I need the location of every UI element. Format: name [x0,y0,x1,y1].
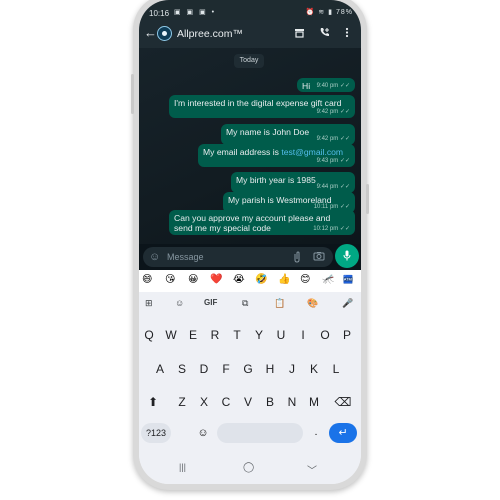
emoji-icon[interactable]: ☺ [149,251,160,263]
message-time: 9:43 pm ✓✓ [316,158,350,164]
key-b[interactable]: B [260,391,280,413]
enter-key[interactable]: ↵ [329,423,357,443]
emoji-suggestion[interactable]: 🤣 [255,274,267,286]
key-r[interactable]: R [205,324,225,346]
back-nav-icon[interactable]: ﹀ [307,462,317,477]
message-bubble[interactable]: Hi 9:40 pm ✓✓ [297,78,355,92]
avatar[interactable] [157,26,172,41]
key-a[interactable]: A [150,358,170,380]
key-o[interactable]: O [315,324,335,346]
notification-icons: ▣ ▣ ▣ • [174,9,217,16]
emoji-suggestion[interactable]: ❤️ [210,274,222,286]
status-time: 10:16 [149,9,170,18]
emoji-suggestion[interactable]: 😄 [142,274,152,286]
date-chip: Today [234,54,264,68]
screenshot-icon[interactable]: ⧉ [242,297,248,309]
attach-icon[interactable] [293,251,301,266]
key-p[interactable]: P [337,324,357,346]
email-link[interactable]: test@gmail.com [281,147,343,157]
space-key[interactable] [217,423,303,443]
shop-icon[interactable] [294,27,305,41]
key-d[interactable]: D [194,358,214,380]
emoji-keyboard-icon[interactable]: ☺ [195,423,211,443]
key-e[interactable]: E [183,324,203,346]
screen: 10:16 ▣ ▣ ▣ • ⏰ ≋ ▮ 78% ← Allpree.com™ T… [139,0,361,484]
key-g[interactable]: G [238,358,258,380]
message-bubble[interactable]: My birth year is 1985 9:44 pm ✓✓ [231,172,355,193]
key-m[interactable]: M [304,391,324,413]
backspace-key[interactable]: ⌫ [333,391,353,413]
apps-grid-icon[interactable]: ⊞ [145,297,153,309]
key-row-3: ⬆ Z X C V B N M ⌫ [139,391,361,413]
key-row-4: ?123 ☺ . ↵ [139,423,361,445]
key-row-1: Q W E R T Y U I O P [139,324,361,346]
message-placeholder: Message [167,252,204,262]
phone-screen-bezel: 10:16 ▣ ▣ ▣ • ⏰ ≋ ▮ 78% ← Allpree.com™ T… [139,0,361,484]
message-bubble[interactable]: My email address is test@gmail.com 9:43 … [198,144,355,167]
sticker-icon[interactable]: ☺ [175,297,184,309]
phone-frame: 10:16 ▣ ▣ ▣ • ⏰ ≋ ▮ 78% ← Allpree.com™ T… [131,0,369,490]
clipboard-icon[interactable]: 📋 [274,297,285,309]
key-c[interactable]: C [216,391,236,413]
gif-button[interactable]: GIF [204,297,217,309]
message-text: My email address is test@gmail.com [203,147,350,157]
message-time: 9:42 pm ✓✓ [316,109,350,115]
keyboard-toolbar: ⊞ ☺ GIF ⧉ 📋 🎨 🎤 [139,294,361,314]
power-button [366,184,369,214]
key-z[interactable]: Z [172,391,192,413]
emoji-suggestion[interactable]: 😊 [300,274,310,286]
key-row-2: A S D F G H J K L [139,358,361,380]
message-bubble[interactable]: My name is John Doe 9:42 pm ✓✓ [221,124,355,145]
system-status-icons: ⏰ ≋ ▮ 78% [305,9,353,16]
volume-button [131,74,134,114]
emoji-suggestion[interactable]: 👍 [278,274,290,286]
navigation-bar: ||| ◯ ﹀ [139,456,361,480]
more-vert-icon[interactable] [345,27,349,41]
message-text: I'm interested in the digital expense gi… [174,98,342,108]
emoji-suggestion[interactable]: 🏧 [343,274,353,286]
camera-icon[interactable] [313,251,325,264]
key-x[interactable]: X [194,391,214,413]
key-j[interactable]: J [282,358,302,380]
emoji-suggestions: 😄 😘 😀 ❤️ 😭 🤣 👍 😊 🦟 🏧 [139,270,361,292]
key-f[interactable]: F [216,358,236,380]
key-w[interactable]: W [161,324,181,346]
keyboard: 😄 😘 😀 ❤️ 😭 🤣 👍 😊 🦟 🏧 ⊞ ☺ GIF ⧉ � [139,270,361,484]
add-call-icon[interactable] [319,27,331,41]
shift-key[interactable]: ⬆ [143,391,163,413]
key-t[interactable]: T [227,324,247,346]
chat-area[interactable]: Today Hi 9:40 pm ✓✓ I'm interested in th… [139,48,361,244]
key-h[interactable]: H [260,358,280,380]
mic-icon[interactable] [335,244,359,268]
message-input[interactable]: ☺ Message [143,247,333,267]
key-u[interactable]: U [271,324,291,346]
emoji-suggestion[interactable]: 🦟 [322,274,334,286]
contact-name[interactable]: Allpree.com™ [177,28,243,40]
palette-icon[interactable]: 🎨 [307,297,318,309]
chat-header: ← Allpree.com™ [139,20,361,48]
key-i[interactable]: I [293,324,313,346]
key-k[interactable]: K [304,358,324,380]
message-bubble[interactable]: I'm interested in the digital expense gi… [169,95,355,118]
key-v[interactable]: V [238,391,258,413]
message-bubble[interactable]: Can you approve my account please and se… [169,210,355,235]
home-icon[interactable]: ◯ [243,462,254,473]
recent-apps-icon[interactable]: ||| [179,462,186,472]
key-y[interactable]: Y [249,324,269,346]
key-n[interactable]: N [282,391,302,413]
status-bar: 10:16 ▣ ▣ ▣ • ⏰ ≋ ▮ 78% [139,0,361,20]
message-input-bar: ☺ Message [139,244,361,270]
voice-input-icon[interactable]: 🎤 [342,297,353,309]
message-text-prefix: My email address is [203,147,282,157]
symbols-key[interactable]: ?123 [141,423,171,443]
emoji-suggestion[interactable]: 😭 [233,274,245,286]
emoji-suggestion[interactable]: 😘 [165,274,175,286]
back-arrow-icon[interactable]: ← [144,26,157,39]
emoji-suggestion[interactable]: 😀 [188,274,198,286]
key-l[interactable]: L [326,358,346,380]
key-s[interactable]: S [172,358,192,380]
key-q[interactable]: Q [139,324,159,346]
period-key[interactable]: . [311,423,321,443]
